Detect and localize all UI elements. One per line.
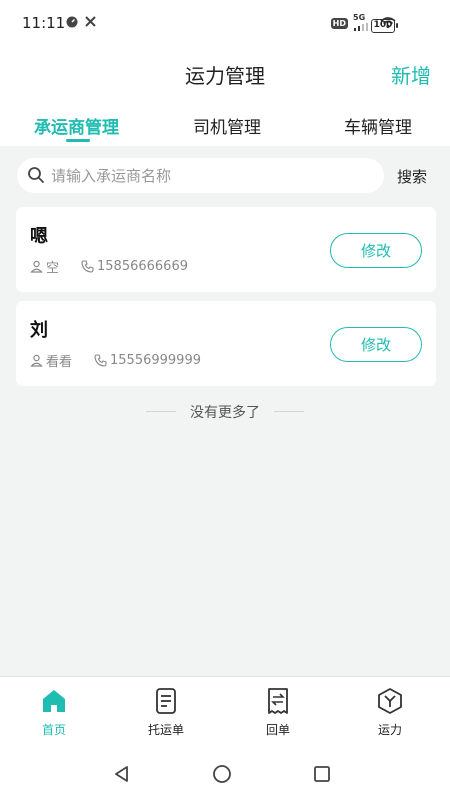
nav-label: 回单 (265, 723, 290, 737)
edit-button[interactable]: 修改 (330, 233, 422, 268)
add-button[interactable]: 新增 (391, 60, 431, 89)
receipt-icon (268, 688, 288, 714)
divider-right (274, 411, 304, 412)
nav-label: 托运单 (147, 723, 184, 737)
carrier-meta: 看看 15556999999 (30, 351, 201, 370)
nav-item-capacity[interactable]: 运力 (350, 687, 430, 738)
hd-badge: HD (330, 17, 348, 29)
cube-icon (378, 688, 402, 714)
carrier-phone: 15556999999 (110, 353, 201, 368)
recents-icon[interactable] (312, 764, 332, 784)
search-box (17, 158, 384, 193)
active-tab-indicator (66, 139, 90, 142)
nav-label: 运力 (377, 723, 402, 737)
document-icon (156, 688, 176, 714)
status-time: 11:11 (22, 14, 66, 32)
carrier-name: 刘 (30, 320, 48, 341)
user-icon (30, 354, 43, 367)
status-bar: 11:11 HD 5G 100 (0, 0, 450, 48)
page-title: 运力管理 (185, 64, 265, 88)
signal-bars-icon (354, 23, 368, 31)
carrier-name: 嗯 (30, 226, 48, 247)
system-nav-bar (0, 746, 450, 800)
tab-vehicle-management[interactable]: 车辆管理 (344, 113, 412, 138)
no-more-text: 没有更多了 (190, 405, 260, 421)
tab-bar: 承运商管理 司机管理 车辆管理 (0, 100, 450, 146)
bottom-nav: 首页 托运单 回单 运力 (0, 676, 450, 746)
tab-carrier-management[interactable]: 承运商管理 (34, 113, 119, 138)
phone-icon (94, 354, 107, 367)
nav-label: 首页 (41, 723, 66, 737)
nav-item-home[interactable]: 首页 (14, 687, 94, 738)
tab-driver-management[interactable]: 司机管理 (193, 113, 261, 138)
status-left-icons (66, 15, 97, 28)
edit-button[interactable]: 修改 (330, 327, 422, 362)
carrier-meta: 空 15856666669 (30, 257, 188, 276)
cellular-signal: 5G (353, 13, 369, 31)
carrier-phone: 15856666669 (97, 259, 188, 274)
header: 运力管理 新增 (0, 48, 450, 100)
carrier-card: 刘 看看 15556999999 修改 (16, 301, 436, 386)
tools-icon (85, 16, 96, 27)
carrier-card: 嗯 空 15856666669 修改 (16, 207, 436, 292)
search-input[interactable] (51, 158, 371, 193)
back-icon[interactable] (112, 764, 132, 784)
main-content: 搜索 嗯 空 15856666669 修改 刘 看看 (0, 146, 450, 676)
carrier-contact: 空 (46, 261, 60, 276)
network-type-label: 5G (353, 13, 366, 22)
home-button-icon[interactable] (212, 764, 232, 784)
phone-icon (81, 260, 94, 273)
nav-item-waybill[interactable]: 托运单 (126, 687, 206, 738)
search-icon (28, 167, 44, 183)
battery-indicator: 100 (371, 19, 398, 33)
carrier-contact: 看看 (46, 355, 73, 370)
nav-item-receipt[interactable]: 回单 (238, 687, 318, 738)
home-icon (43, 690, 65, 712)
user-icon (30, 260, 43, 273)
speedometer-icon (66, 16, 78, 27)
search-button[interactable]: 搜索 (397, 166, 427, 187)
